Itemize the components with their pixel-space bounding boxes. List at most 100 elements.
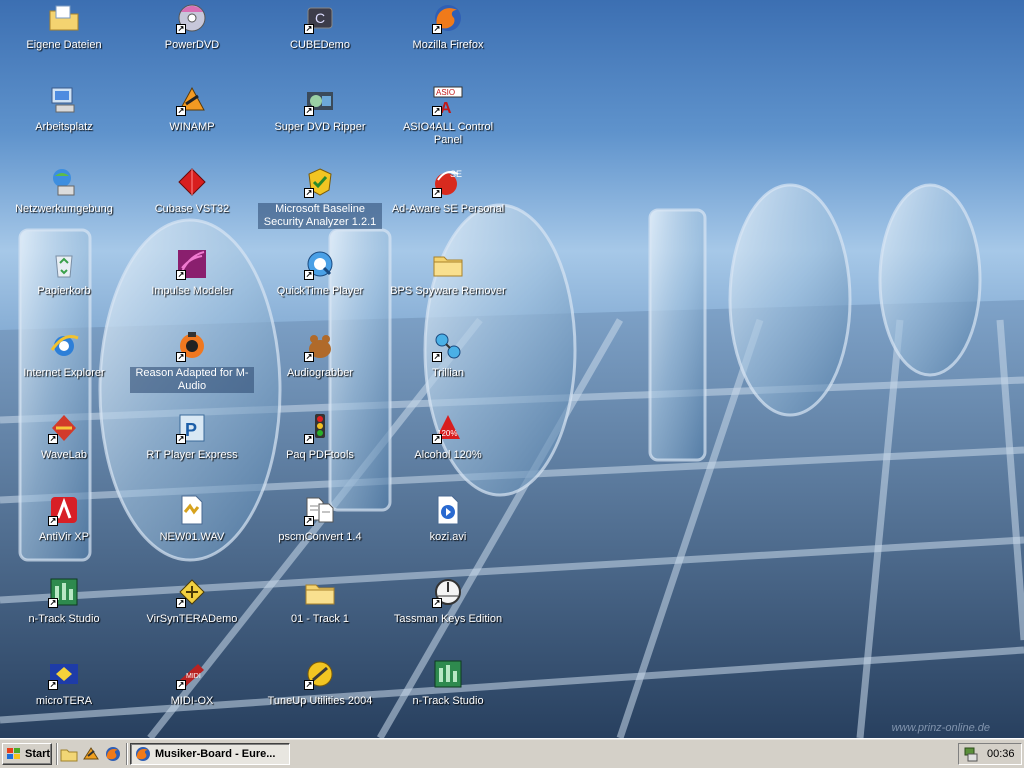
shortcut-arrow-icon: ↗ (304, 188, 314, 198)
desktop-icon-avi-file[interactable]: kozi.avi (386, 492, 510, 566)
desktop-icon-trillian[interactable]: ↗ Trillian (386, 328, 510, 402)
desktop-icon-antivir[interactable]: ↗ AntiVir XP (2, 492, 126, 566)
desktop-icon-quicktime[interactable]: ↗ QuickTime Player (258, 246, 382, 320)
midiox-icon: MIDI ↗ (176, 658, 208, 690)
shortcut-arrow-icon: ↗ (304, 270, 314, 280)
desktop-icon-label: n-Track Studio (28, 613, 100, 625)
winamp-quicklaunch-icon[interactable] (82, 746, 100, 762)
desktop-icon-label: ASIO4ALL Control Panel (402, 121, 494, 146)
start-label: Start (25, 748, 51, 760)
pdftools-icon: ↗ (304, 412, 336, 444)
avi-file-icon (432, 494, 464, 526)
shortcut-arrow-icon: ↗ (176, 24, 186, 34)
adaware-icon: SE ↗ (432, 166, 464, 198)
tray-network-icon[interactable] (963, 746, 979, 762)
desktop-icon-winamp[interactable]: ↗ WINAMP (130, 82, 254, 156)
desktop-icon-label: Papierkorb (37, 285, 91, 297)
desktop-icon-label: CUBEDemo (290, 39, 350, 51)
desktop-icon-my-computer[interactable]: Arbeitsplatz (2, 82, 126, 156)
desktop-icon-folder[interactable]: 01 - Track 1 (258, 574, 382, 648)
svg-text:MIDI: MIDI (186, 673, 201, 680)
desktop-icon-tassman[interactable]: ↗ Tassman Keys Edition (386, 574, 510, 648)
shortcut-arrow-icon: ↗ (176, 434, 186, 444)
desktop-icon-powerdvd[interactable]: ↗ PowerDVD (130, 0, 254, 74)
svg-text:SE: SE (450, 169, 462, 179)
desktop-icon-asio4all[interactable]: ASIO A ↗ ASIO4ALL Control Panel (386, 82, 510, 156)
desktop-icon-label: NEW01.WAV (159, 531, 225, 543)
desktop[interactable]: Eigene Dateien Arbeitsplatz Netzwerkumgebu… (0, 0, 1024, 738)
desktop-icon-label: Tassman Keys Edition (393, 613, 503, 625)
cubase-icon (176, 166, 208, 198)
shortcut-arrow-icon: ↗ (432, 106, 442, 116)
shortcut-arrow-icon: ↗ (176, 598, 186, 608)
tassman-icon: ↗ (432, 576, 464, 608)
shortcut-arrow-icon: ↗ (48, 680, 58, 690)
firefox-task-icon (136, 747, 150, 761)
wavelab-icon: ↗ (48, 412, 80, 444)
wav-file-icon (176, 494, 208, 526)
desktop-icon-alcohol[interactable]: 120% ↗ Alcohol 120% (386, 410, 510, 484)
desktop-icon-label: Internet Explorer (23, 367, 105, 379)
desktop-icon-label: WaveLab (40, 449, 88, 461)
desktop-icon-wav-file[interactable]: NEW01.WAV (130, 492, 254, 566)
start-button[interactable]: Start (2, 743, 52, 765)
desktop-icon-label: kozi.avi (429, 531, 467, 543)
powerdvd-icon: ↗ (176, 2, 208, 34)
desktop-icon-pdftools[interactable]: ↗ Paq PDFtools (258, 410, 382, 484)
desktop-icon-network-places[interactable]: Netzwerkumgebung (2, 164, 126, 238)
desktop-icon-midiox[interactable]: MIDI ↗ MIDI-OX (130, 656, 254, 730)
desktop-icon-label: Trillian (432, 367, 464, 379)
desktop-icon-impulse-modeler[interactable]: ↗ Impulse Modeler (130, 246, 254, 320)
folder-icon (432, 248, 464, 280)
ntrack-icon (432, 658, 464, 690)
windows-logo-icon (7, 748, 20, 759)
trillian-icon: ↗ (432, 330, 464, 362)
desktop-icon-dvd-ripper[interactable]: ↗ Super DVD Ripper (258, 82, 382, 156)
desktop-icon-label: Alcohol 120% (414, 449, 482, 461)
shortcut-arrow-icon: ↗ (176, 106, 186, 116)
desktop-icon-recycle-bin[interactable]: Papierkorb (2, 246, 126, 320)
desktop-icon-label: MIDI-OX (170, 695, 214, 707)
shortcut-arrow-icon: ↗ (176, 270, 186, 280)
taskbar-button-firefox[interactable]: Musiker-Board - Eure... (130, 743, 290, 765)
desktop-icon-tuneup[interactable]: ↗ TuneUp Utilities 2004 (258, 656, 382, 730)
desktop-icon-virsyn[interactable]: ↗ VirSynTERADemo (130, 574, 254, 648)
desktop-icon-reason[interactable]: ↗ Reason Adapted for M-Audio (130, 328, 254, 402)
shortcut-arrow-icon: ↗ (432, 24, 442, 34)
desktop-icon-ntrack[interactable]: n-Track Studio (386, 656, 510, 730)
desktop-icon-microtera[interactable]: ↗ microTERA (2, 656, 126, 730)
firefox-quicklaunch-icon[interactable] (104, 746, 122, 762)
taskbar-separator (56, 743, 58, 765)
desktop-icon-audiograbber[interactable]: ↗ Audiograbber (258, 328, 382, 402)
shortcut-arrow-icon: ↗ (48, 434, 58, 444)
desktop-icon-adaware[interactable]: SE ↗ Ad-Aware SE Personal (386, 164, 510, 238)
impulse-modeler-icon: ↗ (176, 248, 208, 280)
shortcut-arrow-icon: ↗ (304, 352, 314, 362)
desktop-icon-firefox[interactable]: ↗ Mozilla Firefox (386, 0, 510, 74)
desktop-icon-ntrack[interactable]: ↗ n-Track Studio (2, 574, 126, 648)
internet-explorer-icon (48, 330, 80, 362)
desktop-icon-wavelab[interactable]: ↗ WaveLab (2, 410, 126, 484)
folder-icon (304, 576, 336, 608)
shortcut-arrow-icon: ↗ (48, 598, 58, 608)
desktop-icon-pscmconvert[interactable]: ↗ pscmConvert 1.4 (258, 492, 382, 566)
firefox-icon: ↗ (432, 2, 464, 34)
clock[interactable]: 00:36 (987, 748, 1015, 760)
desktop-icon-label: pscmConvert 1.4 (278, 531, 362, 543)
desktop-icon-label: Eigene Dateien (26, 39, 102, 51)
quicktime-icon: ↗ (304, 248, 336, 280)
desktop-icon-rt-player[interactable]: P ↗ RT Player Express (130, 410, 254, 484)
desktop-icon-label: Cubase VST32 (154, 203, 230, 215)
svg-text:C: C (315, 10, 325, 26)
desktop-icon-cubase[interactable]: Cubase VST32 (130, 164, 254, 238)
desktop-icon-label: Microsoft Baseline Security Analyzer 1.2… (258, 203, 382, 229)
desktop-icon-label: QuickTime Player (276, 285, 364, 297)
desktop-icon-folder[interactable]: BPS Spyware Remover (386, 246, 510, 320)
desktop-icon-internet-explorer[interactable]: Internet Explorer (2, 328, 126, 402)
virsyn-icon: ↗ (176, 576, 208, 608)
desktop-icon-cubedemo[interactable]: C ↗ CUBEDemo (258, 0, 382, 74)
desktop-icon-mbsa[interactable]: ↗ Microsoft Baseline Security Analyzer 1.… (258, 164, 382, 238)
desktop-icon-label: 01 - Track 1 (290, 613, 350, 625)
show-desktop-icon[interactable] (60, 746, 78, 762)
desktop-icon-folder-documents[interactable]: Eigene Dateien (2, 0, 126, 74)
